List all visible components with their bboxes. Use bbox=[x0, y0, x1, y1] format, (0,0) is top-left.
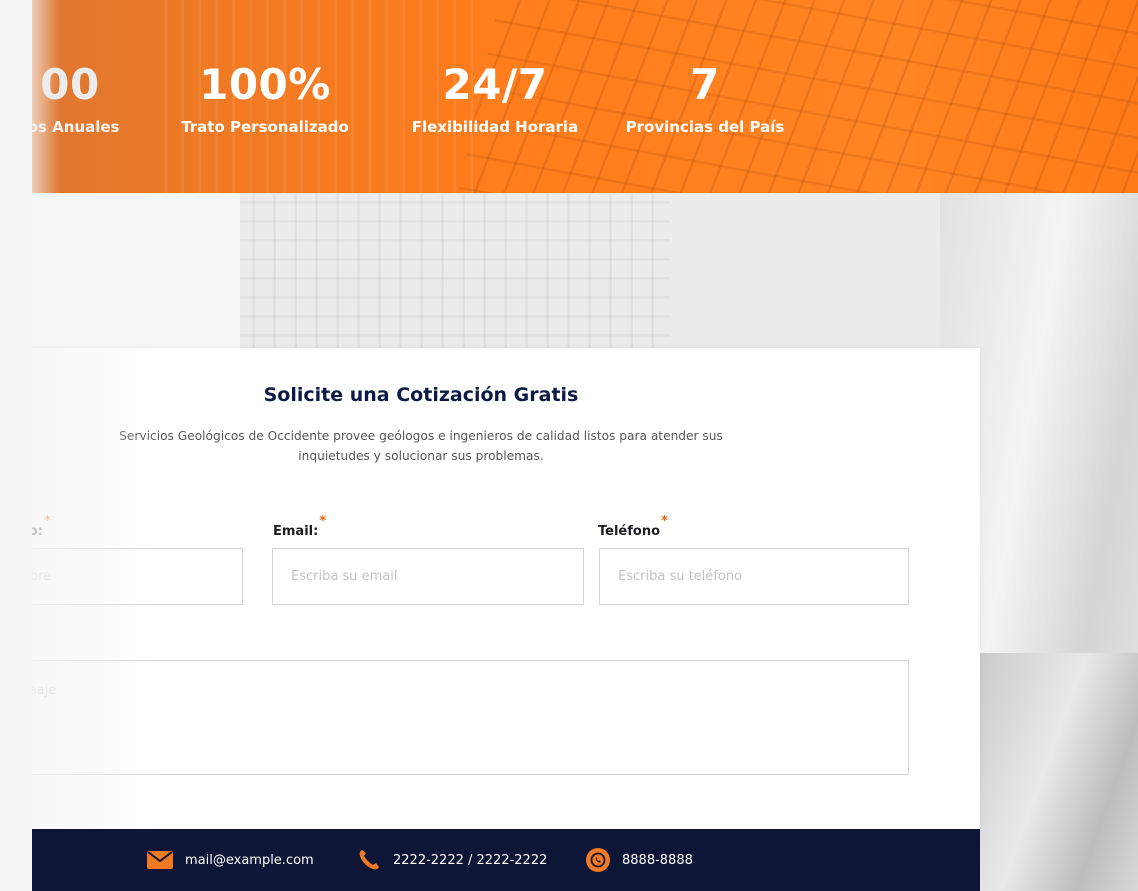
contact-email[interactable]: mail@example.com bbox=[147, 829, 314, 891]
stat-label: Flexibilidad Horaria bbox=[411, 118, 579, 136]
stat-hours: 24/7 Flexibilidad Horaria bbox=[395, 62, 595, 138]
contact-whatsapp[interactable]: 8888-8888 bbox=[586, 829, 693, 891]
contact-phone-text: 2222-2222 / 2222-2222 bbox=[393, 852, 548, 868]
phone-icon bbox=[357, 848, 381, 872]
email-label: Email:* bbox=[273, 514, 326, 539]
stat-provinces: 7 Provincias del País bbox=[600, 62, 810, 138]
envelope-icon bbox=[147, 851, 173, 869]
contact-email-text: mail@example.com bbox=[185, 852, 314, 868]
required-mark: * bbox=[43, 514, 51, 529]
whatsapp-icon bbox=[586, 848, 610, 872]
phone-label: Teléfono* bbox=[598, 514, 668, 539]
required-mark: * bbox=[661, 514, 668, 529]
stat-label: Trato Personalizado bbox=[181, 118, 349, 136]
stat-personalized: 100% Trato Personalizado bbox=[165, 62, 365, 138]
required-mark: * bbox=[319, 514, 327, 529]
stats-band: 00 tos Anuales 100% Trato Personalizado … bbox=[0, 0, 1138, 193]
phone-field[interactable] bbox=[599, 548, 909, 605]
name-field[interactable] bbox=[0, 548, 243, 605]
contact-whatsapp-text: 8888-8888 bbox=[622, 852, 693, 868]
contact-phone[interactable]: 2222-2222 / 2222-2222 bbox=[357, 829, 547, 891]
person-photo-lower bbox=[975, 653, 1138, 891]
form-title: Solicite una Cotización Gratis bbox=[263, 384, 579, 406]
stat-number: 7 bbox=[690, 60, 720, 109]
contact-bar: mail@example.com 2222-2222 / 2222-2222 8… bbox=[0, 829, 980, 891]
quote-form-card: Solicite una Cotización Gratis Servicios… bbox=[0, 348, 980, 829]
email-field[interactable] bbox=[272, 548, 584, 605]
left-edge-panel bbox=[0, 0, 32, 891]
form-description: Servicios Geológicos de Occidente provee… bbox=[119, 429, 723, 463]
stat-number: 24/7 bbox=[442, 60, 548, 109]
email-label-text: Email: bbox=[273, 524, 319, 539]
stat-number: 100% bbox=[199, 60, 331, 109]
phone-label-text: Teléfono bbox=[598, 524, 661, 539]
stat-label: Provincias del País bbox=[625, 118, 785, 136]
message-field[interactable] bbox=[0, 660, 909, 775]
